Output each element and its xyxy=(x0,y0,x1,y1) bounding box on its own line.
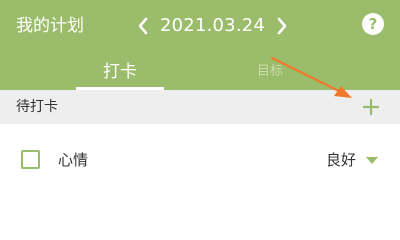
chevron-right-icon[interactable] xyxy=(271,12,293,40)
help-icon[interactable]: ? xyxy=(362,13,384,35)
dropdown-triangle-icon xyxy=(366,156,378,164)
current-date[interactable]: 2021.03.24 xyxy=(154,12,271,40)
tab-goal[interactable]: 目标 xyxy=(200,58,340,90)
item-checkbox[interactable] xyxy=(21,150,40,169)
app-header: 我的计划 2021.03.24 ? 打卡 目标 xyxy=(0,0,400,90)
add-button[interactable] xyxy=(360,96,382,118)
status-dropdown[interactable]: 良好 xyxy=(326,150,378,170)
item-label: 心情 xyxy=(58,151,89,169)
section-title: 待打卡 xyxy=(16,99,58,115)
date-navigator: 2021.03.24 xyxy=(132,12,293,40)
app-title: 我的计划 xyxy=(16,16,84,36)
status-value: 良好 xyxy=(325,151,356,169)
tab-checkin-label: 打卡 xyxy=(103,62,137,82)
list-item: 心情 良好 xyxy=(0,124,400,200)
tab-checkin[interactable]: 打卡 xyxy=(40,58,200,90)
pending-section-header: 待打卡 xyxy=(0,90,400,124)
plus-icon xyxy=(363,99,379,115)
tab-goal-label: 目标 xyxy=(256,64,283,79)
chevron-left-icon[interactable] xyxy=(132,12,154,40)
